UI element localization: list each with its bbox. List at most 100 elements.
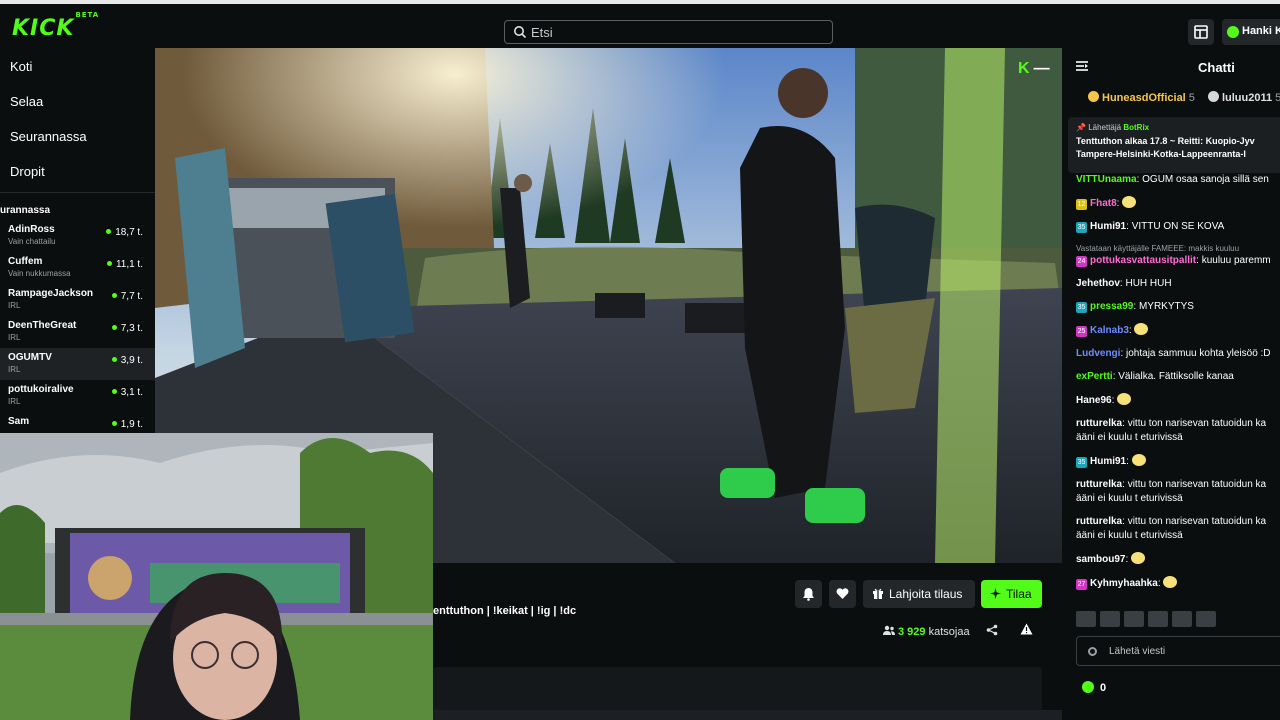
pinned-text: Tenttuthon alkaa 17.8 ~ Reitti: Kuopio-J… <box>1076 136 1255 159</box>
emote-icon[interactable] <box>1148 611 1168 627</box>
subscriber-badge-icon: 27 <box>1076 579 1087 590</box>
chat-username[interactable]: pottukasvattausitpallit <box>1090 255 1196 266</box>
chat-username[interactable]: pressa99 <box>1090 301 1133 312</box>
emote-icon[interactable] <box>1124 611 1144 627</box>
collapse-chat-icon[interactable] <box>1076 60 1088 72</box>
gift-subscription-button[interactable]: Lahjoita tilaus <box>863 580 975 608</box>
chat-username[interactable]: Ludvengi <box>1076 348 1120 359</box>
chat-username[interactable]: rutturelka <box>1076 516 1122 527</box>
chat-username[interactable]: Humi91 <box>1090 221 1126 232</box>
chat-message: 35 pressa99: MYRKYTYS <box>1076 301 1194 313</box>
gold-coin-icon <box>1088 91 1099 102</box>
users-icon <box>883 625 895 635</box>
gifter-name[interactable]: luluu2011 <box>1222 92 1272 104</box>
chat-input-box[interactable] <box>1076 636 1280 666</box>
chat-username[interactable]: VITTUnaama <box>1076 174 1137 185</box>
chat-text: OGUM osaa sanoja sillä sen <box>1142 174 1269 185</box>
chat-message: rutturelka: vittu ton narisevan tatuoidu… <box>1076 418 1267 443</box>
gift-subscription-label: Lahjoita tilaus <box>889 587 963 601</box>
heart-icon <box>836 588 849 599</box>
report-icon[interactable] <box>1020 623 1033 635</box>
emote-icon[interactable] <box>1196 611 1216 627</box>
kick-logo[interactable]: KICKBETA <box>12 11 99 41</box>
chat-text: vittu ton narisevan tatuoidun ka <box>1127 516 1267 527</box>
reply-context: Vastataan käyttäjälle FAMEEE: makkis kuu… <box>1076 244 1240 253</box>
nav-drops[interactable]: Dropit <box>0 153 155 188</box>
stream-title: enttuthon | !keikat | !ig | !dc <box>433 605 577 617</box>
search-bar[interactable] <box>504 20 833 44</box>
sidebar-channel[interactable]: pottukoiralive IRL 3,1 t. <box>0 380 155 412</box>
get-kicks-button[interactable]: Hanki K <box>1222 19 1280 45</box>
nav-browse[interactable]: Selaa <box>0 83 155 118</box>
follow-button[interactable] <box>829 580 856 608</box>
chat-message: 35 Humi91: <box>1076 454 1280 469</box>
channel-viewers: 11,1 t. <box>107 259 143 270</box>
channel-viewers: 18,7 t. <box>106 227 143 238</box>
share-icon[interactable] <box>986 624 998 636</box>
sparkle-icon <box>990 588 1001 599</box>
sidebar-channel-active[interactable]: OGUMTV IRL 3,9 t. <box>0 348 155 380</box>
chat-settings-icon[interactable] <box>1088 647 1097 656</box>
chat-text: vittu ton narisevan tatuoidun ka <box>1127 479 1267 490</box>
nav-following[interactable]: Seurannassa <box>0 118 155 153</box>
chat-message: 35 Humi91: VITTU ON SE KOVA <box>1076 221 1225 233</box>
emote-icon <box>1131 552 1146 564</box>
top-bar: KICKBETA Hanki K <box>0 0 1280 48</box>
channel-viewers: 7,3 t. <box>112 323 143 334</box>
chat-username[interactable]: Hane96 <box>1076 395 1112 406</box>
viewer-count-value: 3 929 <box>898 626 926 638</box>
gifter-count: 5 <box>1188 92 1195 104</box>
chat-message: Jehethov: HUH HUH <box>1076 278 1172 289</box>
sidebar-channel[interactable]: Cuffem Vain nukkumassa 11,1 t. <box>0 252 155 284</box>
channel-viewers: 3,9 t. <box>112 355 143 366</box>
pinned-message[interactable]: 📌 Lähettäjä BotRix Tenttuthon alkaa 17.8… <box>1068 117 1280 173</box>
top-gifters: HuneasdOfficial 5 luluu2011 5 <box>1088 91 1280 104</box>
chat-username[interactable]: rutturelka <box>1076 479 1122 490</box>
following-section-title: urannassa <box>0 205 51 216</box>
chat-username[interactable]: Jehethov <box>1076 278 1120 289</box>
chat-username[interactable]: Humi91 <box>1090 456 1126 467</box>
subscriber-badge-icon: 25 <box>1076 326 1087 337</box>
sidebar-channel[interactable]: Sam 1,9 t. <box>0 412 155 433</box>
chat-text: VITTU ON SE KOVA <box>1131 221 1225 232</box>
channel-category: IRL <box>8 301 21 310</box>
channel-viewers: 3,1 t. <box>112 387 143 398</box>
emote-icon <box>1122 196 1137 208</box>
chat-username[interactable]: sambou97 <box>1076 554 1125 565</box>
channel-viewers: 7,7 t. <box>112 291 143 302</box>
gifter-name[interactable]: HuneasdOfficial <box>1102 92 1186 104</box>
emote-icon[interactable] <box>1076 611 1096 627</box>
viewer-count: 3 929 katsojaa <box>883 625 970 638</box>
chat-username[interactable]: rutturelka <box>1076 418 1122 429</box>
chat-message: 25 Kalnab3: <box>1076 323 1280 338</box>
sidebar-channel[interactable]: DeenTheGreat IRL 7,3 t. <box>0 316 155 348</box>
chat-message: Ludvengi: johtaja sammuu kohta yleisöö :… <box>1076 348 1271 359</box>
channel-points[interactable]: 0 <box>1082 681 1106 694</box>
channel-category: IRL <box>8 397 21 406</box>
notifications-button[interactable] <box>795 580 822 608</box>
chat-message: exPertti: Välialka. Fättiksolle kanaa <box>1076 371 1234 382</box>
sidebar-channel[interactable]: AdinRoss Vain chattailu 18,7 t. <box>0 220 155 252</box>
browse-layout-button[interactable] <box>1188 19 1214 45</box>
chat-message: 12 Fhat8: <box>1076 196 1280 211</box>
bell-icon <box>803 588 814 601</box>
sidebar-channel[interactable]: RampageJackson IRL 7,7 t. <box>0 284 155 316</box>
subscriber-badge-icon: 24 <box>1076 256 1087 267</box>
chat-text: vittu ton narisevan tatuoidun ka <box>1127 418 1267 429</box>
chat-panel: Chatti HuneasdOfficial 5 luluu2011 5 📌 Läh… <box>1062 48 1280 720</box>
chat-username[interactable]: exPertti <box>1076 371 1113 382</box>
subscribe-button[interactable]: Tilaa <box>981 580 1042 608</box>
points-icon <box>1082 681 1094 693</box>
subscriber-badge-icon: 35 <box>1076 222 1087 233</box>
chat-input[interactable] <box>1109 643 1279 660</box>
chat-username[interactable]: Fhat8 <box>1090 198 1117 209</box>
nav-home[interactable]: Koti <box>0 48 155 83</box>
channel-category: IRL <box>8 333 21 342</box>
search-input[interactable] <box>531 23 821 41</box>
pinned-author: BotRix <box>1123 123 1150 132</box>
emote-icon[interactable] <box>1172 611 1192 627</box>
emote-icon[interactable] <box>1100 611 1120 627</box>
chat-username[interactable]: Kalnab3 <box>1090 325 1129 336</box>
chat-username[interactable]: Kyhmyhaahka <box>1090 578 1158 589</box>
subscribe-label: Tilaa <box>1006 587 1032 601</box>
